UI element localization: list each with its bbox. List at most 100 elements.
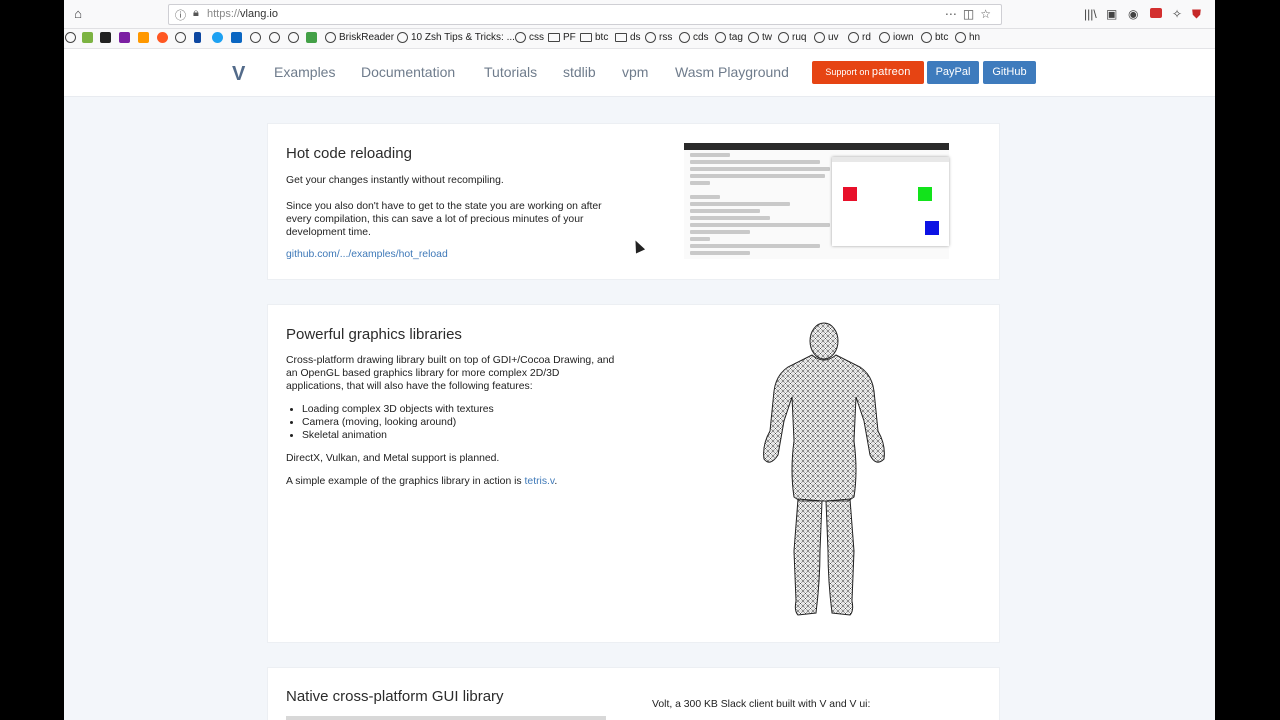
red-square (843, 187, 857, 201)
nav-stdlib[interactable]: stdlib (563, 64, 596, 80)
home-icon[interactable]: ⌂ (70, 6, 86, 22)
folder-icon (580, 33, 592, 42)
url-text: https://vlang.io (207, 8, 278, 20)
bookmark-item[interactable]: rd (848, 32, 871, 43)
bookmark-label: ruq (792, 32, 807, 43)
site-header: V Examples Documentation Tutorials stdli… (64, 49, 1215, 97)
code-editor-image (690, 153, 840, 258)
hot-reload-title: Hot code reloading (286, 145, 412, 162)
wireframe-figure-image (763, 322, 885, 616)
bookmark-label: rd (862, 32, 871, 43)
bookmark-label: hn (969, 32, 981, 43)
info-icon[interactable]: ⓘ (175, 7, 186, 23)
gui-card: Native cross-platform GUI library Volt, … (267, 667, 1000, 720)
hot-reload-screenshot (684, 143, 949, 259)
lock-icon: 🔒︎ (193, 7, 199, 19)
bookmark-favicon[interactable] (194, 32, 201, 43)
nav-wasm-playground[interactable]: Wasm Playground (675, 64, 789, 80)
hot-reload-card: Hot code reloading Get your changes inst… (267, 123, 1000, 280)
bookmark-item[interactable]: BriskReader (325, 32, 394, 43)
bookmark-label: uv (828, 32, 839, 43)
bookmark-label: btc (935, 32, 949, 43)
bookmark-label: tw (762, 32, 772, 43)
bookmark-item[interactable]: ruq (778, 32, 806, 43)
bookmark-globe-icon[interactable] (250, 32, 261, 43)
bookmark-item[interactable]: css (515, 32, 544, 43)
account-icon[interactable]: ◉ (1128, 7, 1138, 21)
nav-documentation[interactable]: Documentation (361, 64, 455, 80)
linkedin-icon[interactable] (231, 32, 242, 43)
address-bar-actions: ⋯◫☆ (945, 7, 997, 21)
patreon-logo: patreon (871, 66, 911, 78)
bookmark-folder[interactable]: btc (580, 32, 608, 43)
bookmark-favicon[interactable] (100, 32, 111, 43)
bookmark-item[interactable]: 10 Zsh Tips & Tricks: ... (397, 32, 515, 43)
bookmark-star-icon[interactable]: ☆ (980, 7, 997, 21)
tetris-link[interactable]: tetris.v (525, 476, 555, 487)
patreon-button[interactable]: Support on patreon (812, 61, 924, 84)
hot-reload-description: Since you also don't have to get to the … (286, 201, 602, 238)
extension-red-icon[interactable] (1150, 7, 1162, 21)
bookmark-globe-icon[interactable] (269, 32, 280, 43)
nav-vpm[interactable]: vpm (622, 64, 648, 80)
github-button[interactable]: GitHub (983, 61, 1036, 84)
bookmark-item[interactable]: uv (814, 32, 839, 43)
folder-icon (615, 33, 627, 42)
gui-description-cut (286, 716, 606, 720)
bookmark-label: tag (729, 32, 743, 43)
bookmark-item[interactable]: btc (921, 32, 948, 43)
feature-item: Camera (moving, looking around) (302, 416, 494, 429)
bookmark-label: ds (630, 32, 641, 43)
graphics-card: Powerful graphics libraries Cross-platfo… (267, 304, 1000, 643)
bookmark-label: btc (595, 32, 609, 43)
sidebar-icon[interactable]: ▣ (1106, 7, 1117, 21)
extension-icon[interactable]: ✧ (1172, 7, 1182, 21)
bookmark-favicon[interactable] (138, 32, 149, 43)
bookmark-item[interactable]: hn (955, 32, 980, 43)
browser-toolbar: ⌂ ⓘ 🔒︎ https://vlang.io ⋯◫☆ |||\ ▣ ◉ ✧ ⛊ (64, 0, 1215, 29)
address-bar[interactable]: ⓘ 🔒︎ https://vlang.io ⋯◫☆ (168, 4, 1002, 25)
hot-reload-link[interactable]: github.com/.../examples/hot_reload (286, 249, 448, 260)
reddit-icon[interactable] (157, 32, 168, 43)
more-icon[interactable]: ⋯ (945, 7, 963, 21)
gui-caption: Volt, a 300 KB Slack client built with V… (652, 699, 871, 710)
hot-reload-link-wrap: github.com/.../examples/hot_reload (286, 248, 616, 261)
green-square (918, 187, 932, 201)
nav-examples[interactable]: Examples (274, 64, 335, 80)
bookmark-favicon[interactable] (306, 32, 317, 43)
bookmark-item[interactable]: tw (748, 32, 772, 43)
bookmark-folder[interactable]: PF (548, 32, 576, 43)
bookmark-item[interactable]: iown (879, 32, 914, 43)
feature-item: Skeletal animation (302, 429, 494, 442)
url-host: vlang.io (240, 8, 278, 20)
url-scheme: https:// (207, 8, 241, 20)
bookmark-folder[interactable]: ds (615, 32, 641, 43)
library-icon[interactable]: |||\ (1084, 7, 1097, 21)
graphics-api-support: DirectX, Vulkan, and Metal support is pl… (286, 453, 500, 464)
v-logo[interactable]: V (232, 63, 245, 86)
graphics-feature-list: Loading complex 3D objects with textures… (302, 403, 494, 442)
folder-icon (548, 33, 560, 42)
bookmark-item[interactable]: tag (715, 32, 743, 43)
paypal-button[interactable]: PayPal (927, 61, 979, 84)
bookmark-label: rss (659, 32, 673, 43)
game-window-image (832, 157, 949, 246)
bookmark-globe-icon[interactable] (175, 32, 186, 43)
bookmark-item[interactable]: cds (679, 32, 709, 43)
bookmark-star-favicon[interactable] (82, 32, 93, 43)
bookmark-label: 10 Zsh Tips & Tricks: ... (411, 32, 515, 43)
chat-icon[interactable] (288, 32, 299, 43)
feature-item: Loading complex 3D objects with textures (302, 403, 494, 416)
graphics-example: A simple example of the graphics library… (286, 475, 616, 488)
twitter-icon[interactable] (212, 32, 223, 43)
example-prefix: A simple example of the graphics library… (286, 476, 525, 487)
bookmark-label: PF (563, 32, 576, 43)
bookmark-globe-icon[interactable] (65, 32, 76, 43)
blue-square (925, 221, 939, 235)
ublock-icon[interactable]: ⛊ (1192, 7, 1201, 22)
support-label: Support on (825, 67, 870, 77)
nav-tutorials[interactable]: Tutorials (484, 64, 537, 80)
bookmark-item[interactable]: rss (645, 32, 672, 43)
bookmark-favicon[interactable] (119, 32, 130, 43)
pocket-icon[interactable]: ◫ (963, 7, 980, 21)
